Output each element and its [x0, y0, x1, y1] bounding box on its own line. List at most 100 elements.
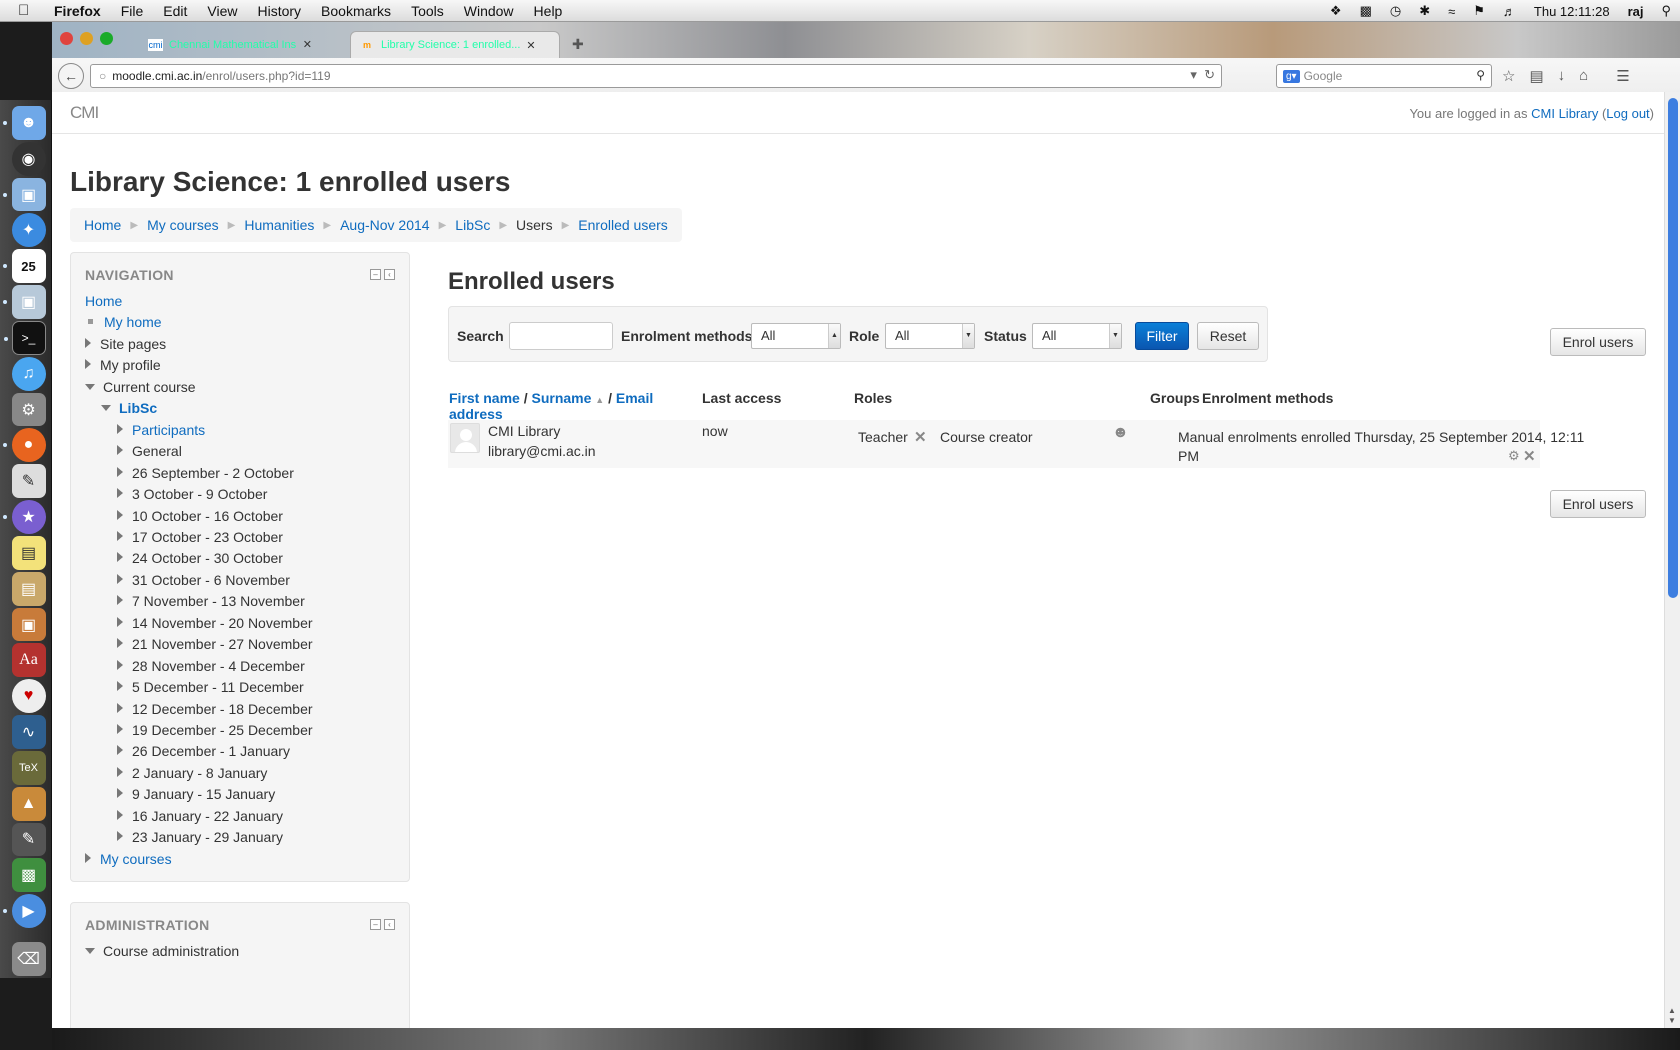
nav-week-item[interactable]: 26 December - 1 January	[117, 743, 290, 759]
enrolment-methods-select[interactable]: All ▲	[751, 323, 841, 349]
mysql-icon[interactable]: ∿	[11, 715, 46, 749]
safari-icon[interactable]: ✦	[11, 213, 46, 248]
scroll-up-icon[interactable]: ▲	[1668, 1006, 1676, 1015]
breadcrumb-humanities[interactable]: Humanities	[244, 217, 314, 233]
system-preferences-icon[interactable]: ⚙	[11, 392, 46, 427]
nav-my-courses[interactable]: My courses	[85, 851, 172, 867]
game-icon[interactable]: ★	[2, 500, 46, 534]
nav-week-item[interactable]: 26 September - 2 October	[117, 465, 294, 481]
breadcrumb-my-courses[interactable]: My courses	[147, 217, 219, 233]
menu-app[interactable]: Firefox	[54, 3, 101, 19]
download-icon[interactable]: ↓	[1558, 67, 1566, 85]
minimize-window-button[interactable]	[80, 32, 93, 45]
menu-help[interactable]: Help	[534, 3, 563, 19]
url-bar[interactable]: ○ moodle.cmi.ac.in /enrol/users.php?id=1…	[90, 64, 1222, 88]
keynote-icon[interactable]: ▲	[11, 786, 46, 821]
avatar[interactable]	[450, 423, 480, 453]
nav-week-item[interactable]: 2 January - 8 January	[117, 765, 267, 781]
menu-history[interactable]: History	[257, 3, 301, 19]
site-brand[interactable]: CMI	[70, 103, 99, 123]
edit-enrolment-gear-icon[interactable]: ⚙	[1508, 448, 1520, 464]
status-select[interactable]: All ▼	[1032, 323, 1122, 349]
reload-icon[interactable]: ▾ ↻	[1190, 67, 1215, 83]
user-name[interactable]: CMI Library	[488, 423, 560, 439]
add-group-icon[interactable]: ☻	[1112, 424, 1129, 442]
remove-role-icon[interactable]: ✕	[914, 428, 927, 446]
breadcrumb-term[interactable]: Aug-Nov 2014	[340, 217, 430, 233]
finder-icon[interactable]: ☻	[2, 106, 46, 140]
itunes-icon[interactable]: ♫	[11, 356, 46, 391]
menu-bookmarks[interactable]: Bookmarks	[321, 3, 391, 19]
nav-week-item[interactable]: 9 January - 15 January	[117, 786, 275, 802]
solitaire-icon[interactable]: ♥	[11, 679, 46, 714]
nav-current-course[interactable]: Current course	[85, 379, 196, 395]
collapse-block-icon[interactable]: –	[370, 269, 381, 280]
nav-week-item[interactable]: 21 November - 27 November	[117, 636, 313, 652]
notebook-icon[interactable]: ▤	[11, 571, 46, 606]
logout-link[interactable]: Log out	[1606, 106, 1649, 121]
bookmarks-list-icon[interactable]: ▤	[1529, 67, 1543, 85]
dropbox-icon[interactable]: ❖	[1330, 3, 1342, 19]
photo-icon[interactable]: ▣	[2, 285, 46, 319]
scrollbar-thumb[interactable]	[1668, 98, 1678, 598]
menu-icon[interactable]: ☰	[1616, 67, 1629, 85]
close-window-button[interactable]	[60, 32, 73, 45]
wifi-icon[interactable]: ≈	[1448, 4, 1455, 19]
sort-first-name-link[interactable]: First name	[449, 390, 520, 406]
sort-email-link[interactable]: Email	[616, 390, 653, 406]
nav-week-item[interactable]: 24 October - 30 October	[117, 550, 283, 566]
menu-window[interactable]: Window	[464, 3, 514, 19]
home-icon[interactable]: ⌂	[1579, 67, 1588, 85]
nav-my-profile[interactable]: My profile	[85, 357, 161, 373]
nav-week-item[interactable]: 31 October - 6 November	[117, 572, 290, 588]
tab-close-icon[interactable]: ✕	[526, 39, 535, 52]
filter-button[interactable]: Filter	[1135, 322, 1189, 350]
volume-icon[interactable]: ♬	[1503, 4, 1516, 19]
trash-icon[interactable]: ⌫	[11, 942, 46, 976]
nav-week-item[interactable]: 12 December - 18 December	[117, 701, 313, 717]
preview-icon[interactable]: ▣	[2, 177, 46, 212]
nav-week-item[interactable]: 5 December - 11 December	[117, 679, 304, 695]
iphoto-icon[interactable]: ▣	[11, 607, 46, 642]
nav-week-item[interactable]: 7 November - 13 November	[117, 593, 305, 609]
nav-general[interactable]: General	[117, 443, 182, 459]
inkscape-icon[interactable]: ✎	[11, 822, 46, 857]
clock[interactable]: Thu 12:11:28	[1534, 4, 1610, 19]
collapse-block-icon[interactable]: –	[370, 919, 381, 930]
nav-week-item[interactable]: 10 October - 16 October	[117, 508, 283, 524]
nav-week-item[interactable]: 17 October - 23 October	[117, 529, 283, 545]
evernote-icon[interactable]: ▩	[1360, 3, 1372, 19]
role-select[interactable]: All ▼	[885, 323, 975, 349]
search-icon[interactable]: ⚲	[1476, 68, 1485, 82]
dock-block-icon[interactable]: ‹	[384, 269, 395, 280]
nav-participants[interactable]: Participants	[117, 422, 205, 438]
breadcrumb-course[interactable]: LibSc	[455, 217, 490, 233]
dashboard-icon[interactable]: ◉	[11, 141, 46, 176]
google-icon[interactable]: g▾	[1283, 69, 1300, 83]
search-box[interactable]: g▾ Google ⚲	[1276, 64, 1492, 88]
stickies-icon[interactable]: ▤	[11, 535, 46, 570]
sort-surname-link[interactable]: Surname	[531, 390, 591, 406]
enrol-users-button-bottom[interactable]: Enrol users	[1550, 490, 1646, 518]
nav-site-pages[interactable]: Site pages	[85, 336, 166, 352]
latex-icon[interactable]: TeX	[11, 750, 46, 785]
user-name[interactable]: raj	[1628, 4, 1644, 19]
back-button[interactable]: ←	[58, 63, 84, 89]
spotlight-icon[interactable]: ⚲	[1661, 3, 1671, 19]
nav-my-home[interactable]: My home	[85, 314, 162, 330]
nav-course-administration[interactable]: Course administration	[85, 943, 239, 959]
textwrangler-icon[interactable]: ✎	[11, 464, 46, 499]
calendar-icon[interactable]: 25	[2, 249, 46, 284]
time-machine-icon[interactable]: ◷	[1390, 3, 1401, 19]
scroll-down-icon[interactable]: ▼	[1668, 1016, 1676, 1025]
menu-file[interactable]: File	[121, 3, 144, 19]
unenrol-icon[interactable]: ✕	[1523, 447, 1536, 465]
nav-week-item[interactable]: 28 November - 4 December	[117, 658, 305, 674]
apple-icon[interactable]: 	[18, 2, 40, 19]
tab-chennai-mathematical[interactable]: cmi Chennai Mathematical Ins... ✕	[140, 31, 320, 58]
enrol-users-button-top[interactable]: Enrol users	[1550, 328, 1646, 356]
page-scrollbar[interactable]: ▲ ▼	[1664, 92, 1680, 1028]
numbers-icon[interactable]: ▩	[11, 858, 46, 893]
bluetooth-icon[interactable]: ✱	[1419, 3, 1430, 19]
bookmark-star-icon[interactable]: ☆	[1502, 67, 1515, 85]
